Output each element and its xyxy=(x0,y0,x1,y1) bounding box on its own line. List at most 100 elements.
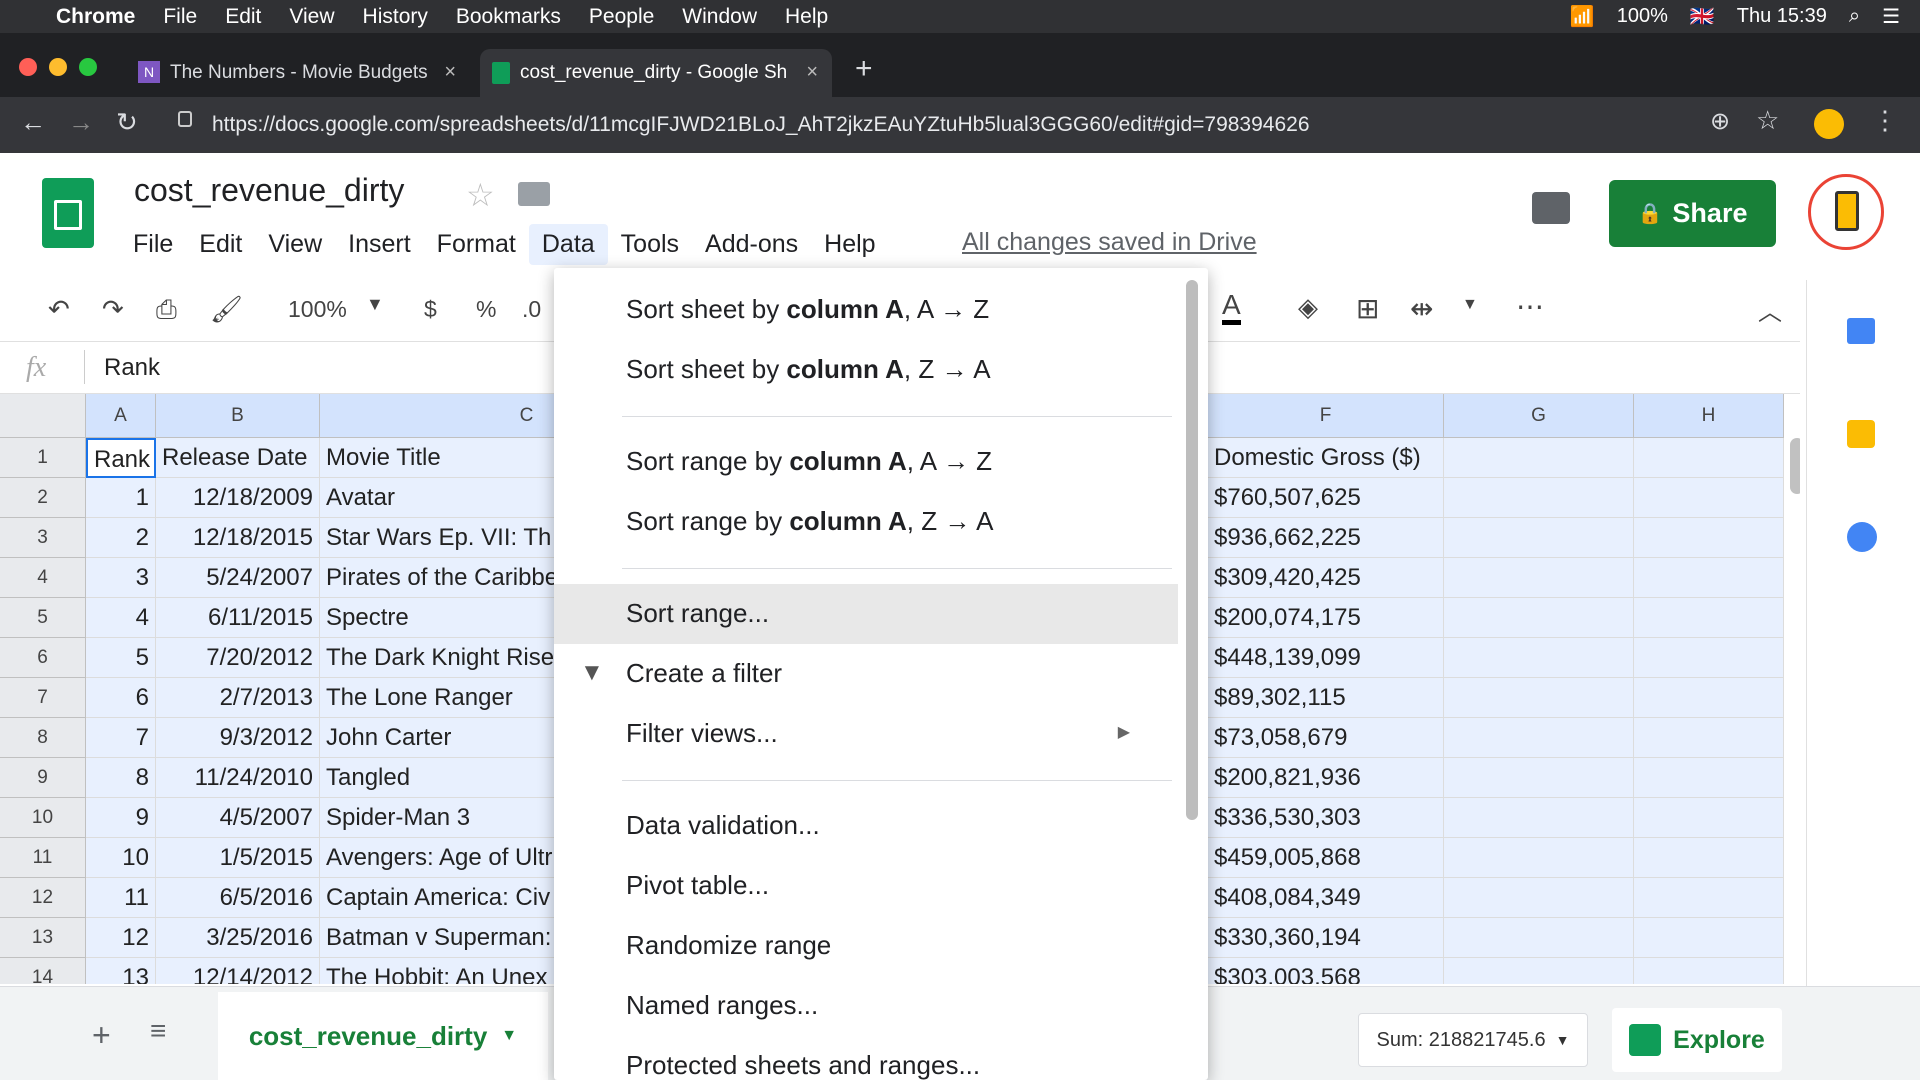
zoom-window-button[interactable] xyxy=(79,58,97,76)
row-header[interactable]: 11 xyxy=(0,838,86,878)
menu-item-sort-range-za[interactable]: Sort range by column A, Z → A xyxy=(554,492,1178,550)
cell-f-1[interactable]: Domestic Gross ($) xyxy=(1208,438,1444,478)
cell-a-3[interactable]: 2 xyxy=(86,518,156,558)
mac-menu-history[interactable]: History xyxy=(363,5,428,29)
cell-g-6[interactable] xyxy=(1444,638,1634,678)
cell-b-12[interactable]: 6/5/2016 xyxy=(156,878,320,918)
column-header-h[interactable]: H xyxy=(1634,394,1784,438)
clock[interactable]: Thu 15:39 xyxy=(1737,5,1827,28)
cell-b-5[interactable]: 6/11/2015 xyxy=(156,598,320,638)
cell-f-5[interactable]: $200,074,175 xyxy=(1208,598,1444,638)
cell-a-10[interactable]: 9 xyxy=(86,798,156,838)
menu-help[interactable]: Help xyxy=(811,224,888,265)
cell-h-6[interactable] xyxy=(1634,638,1784,678)
menu-item-create-filter[interactable]: ▼ Create a filter xyxy=(554,644,1178,702)
mac-menu-window[interactable]: Window xyxy=(682,5,757,29)
menu-file[interactable]: File xyxy=(120,224,186,265)
cell-a-11[interactable]: 10 xyxy=(86,838,156,878)
save-status[interactable]: All changes saved in Drive xyxy=(962,228,1257,257)
folder-icon[interactable] xyxy=(518,182,550,206)
cell-f-11[interactable]: $459,005,868 xyxy=(1208,838,1444,878)
cell-g-4[interactable] xyxy=(1444,558,1634,598)
cell-a-13[interactable]: 12 xyxy=(86,918,156,958)
flag-icon[interactable]: 🇬🇧 xyxy=(1690,4,1715,29)
cell-f-6[interactable]: $448,139,099 xyxy=(1208,638,1444,678)
tab-cost-revenue[interactable]: cost_revenue_dirty - Google Sh × xyxy=(480,49,832,97)
cell-b-6[interactable]: 7/20/2012 xyxy=(156,638,320,678)
cell-a-9[interactable]: 8 xyxy=(86,758,156,798)
keep-icon[interactable] xyxy=(1847,420,1875,448)
cell-g-10[interactable] xyxy=(1444,798,1634,838)
close-tab-icon[interactable]: × xyxy=(444,61,456,84)
cell-a-12[interactable]: 11 xyxy=(86,878,156,918)
cell-g-12[interactable] xyxy=(1444,878,1634,918)
cell-f-2[interactable]: $760,507,625 xyxy=(1208,478,1444,518)
cell-h-14[interactable] xyxy=(1634,958,1784,984)
bookmark-star-icon[interactable]: ☆ xyxy=(1756,105,1779,136)
mac-menu-help[interactable]: Help xyxy=(785,5,828,29)
cell-g-7[interactable] xyxy=(1444,678,1634,718)
mac-menu-edit[interactable]: Edit xyxy=(225,5,261,29)
cell-g-2[interactable] xyxy=(1444,478,1634,518)
chevron-down-icon[interactable]: ▼ xyxy=(1462,296,1478,314)
menu-item-data-validation[interactable]: Data validation... xyxy=(554,796,1178,854)
add-sheet-button[interactable]: + xyxy=(92,1017,111,1054)
cell-f-7[interactable]: $89,302,115 xyxy=(1208,678,1444,718)
collapse-icon[interactable]: ︿ xyxy=(1758,292,1782,327)
document-title[interactable]: cost_revenue_dirty xyxy=(134,172,404,209)
merge-cells-icon[interactable]: ⇹ xyxy=(1410,292,1433,325)
column-header-a[interactable]: A xyxy=(86,394,156,438)
row-header[interactable]: 14 xyxy=(0,958,86,984)
row-header[interactable]: 6 xyxy=(0,638,86,678)
row-header[interactable]: 13 xyxy=(0,918,86,958)
menu-item-sort-range-az[interactable]: Sort range by column A, A → Z xyxy=(554,432,1178,490)
paint-format-icon[interactable]: 🖌 xyxy=(210,294,243,325)
cell-f-9[interactable]: $200,821,936 xyxy=(1208,758,1444,798)
cell-a-5[interactable]: 4 xyxy=(86,598,156,638)
cell-g-8[interactable] xyxy=(1444,718,1634,758)
cell-b-13[interactable]: 3/25/2016 xyxy=(156,918,320,958)
menu-addons[interactable]: Add-ons xyxy=(692,224,811,265)
cell-f-13[interactable]: $330,360,194 xyxy=(1208,918,1444,958)
mac-menu-view[interactable]: View xyxy=(289,5,334,29)
address-bar[interactable]: https://docs.google.com/spreadsheets/d/1… xyxy=(212,105,1672,145)
close-tab-icon[interactable]: × xyxy=(806,61,818,84)
cell-b-1[interactable]: Release Date xyxy=(156,438,320,478)
cell-f-10[interactable]: $336,530,303 xyxy=(1208,798,1444,838)
menu-data[interactable]: Data xyxy=(528,224,608,265)
row-header[interactable]: 7 xyxy=(0,678,86,718)
row-header[interactable]: 5 xyxy=(0,598,86,638)
redo-icon[interactable]: ↷ xyxy=(102,294,124,325)
cell-f-14[interactable]: $303,003,568 xyxy=(1208,958,1444,984)
row-header[interactable]: 1 xyxy=(0,438,86,478)
more-icon[interactable]: ⋮ xyxy=(1872,105,1898,136)
star-icon[interactable]: ☆ xyxy=(466,176,495,214)
tab-the-numbers[interactable]: N The Numbers - Movie Budgets × xyxy=(130,49,470,97)
cell-b-4[interactable]: 5/24/2007 xyxy=(156,558,320,598)
more-toolbar-icon[interactable]: ⋯ xyxy=(1516,290,1544,323)
menu-insert[interactable]: Insert xyxy=(335,224,424,265)
cell-h-7[interactable] xyxy=(1634,678,1784,718)
cell-a-7[interactable]: 6 xyxy=(86,678,156,718)
zoom-select[interactable]: 100% xyxy=(288,296,347,323)
cell-a-2[interactable]: 1 xyxy=(86,478,156,518)
minimize-window-button[interactable] xyxy=(49,58,67,76)
cell-b-8[interactable]: 9/3/2012 xyxy=(156,718,320,758)
cell-b-3[interactable]: 12/18/2015 xyxy=(156,518,320,558)
avatar[interactable] xyxy=(1808,174,1884,250)
row-header[interactable]: 10 xyxy=(0,798,86,838)
cell-h-3[interactable] xyxy=(1634,518,1784,558)
reload-icon[interactable]: ↻ xyxy=(116,107,138,138)
sheet-tab[interactable]: cost_revenue_dirty ▼ xyxy=(218,992,548,1080)
menu-item-named-ranges[interactable]: Named ranges... xyxy=(554,976,1178,1034)
row-header[interactable]: 9 xyxy=(0,758,86,798)
battery-level[interactable]: 100% xyxy=(1617,5,1668,28)
cell-b-10[interactable]: 4/5/2007 xyxy=(156,798,320,838)
chevron-down-icon[interactable]: ▼ xyxy=(501,1027,517,1045)
cell-f-8[interactable]: $73,058,679 xyxy=(1208,718,1444,758)
search-icon[interactable]: ⌕ xyxy=(1849,5,1860,28)
list-icon[interactable]: ☰ xyxy=(1882,4,1900,29)
menu-tools[interactable]: Tools xyxy=(608,224,692,265)
row-header[interactable]: 3 xyxy=(0,518,86,558)
cell-g-5[interactable] xyxy=(1444,598,1634,638)
